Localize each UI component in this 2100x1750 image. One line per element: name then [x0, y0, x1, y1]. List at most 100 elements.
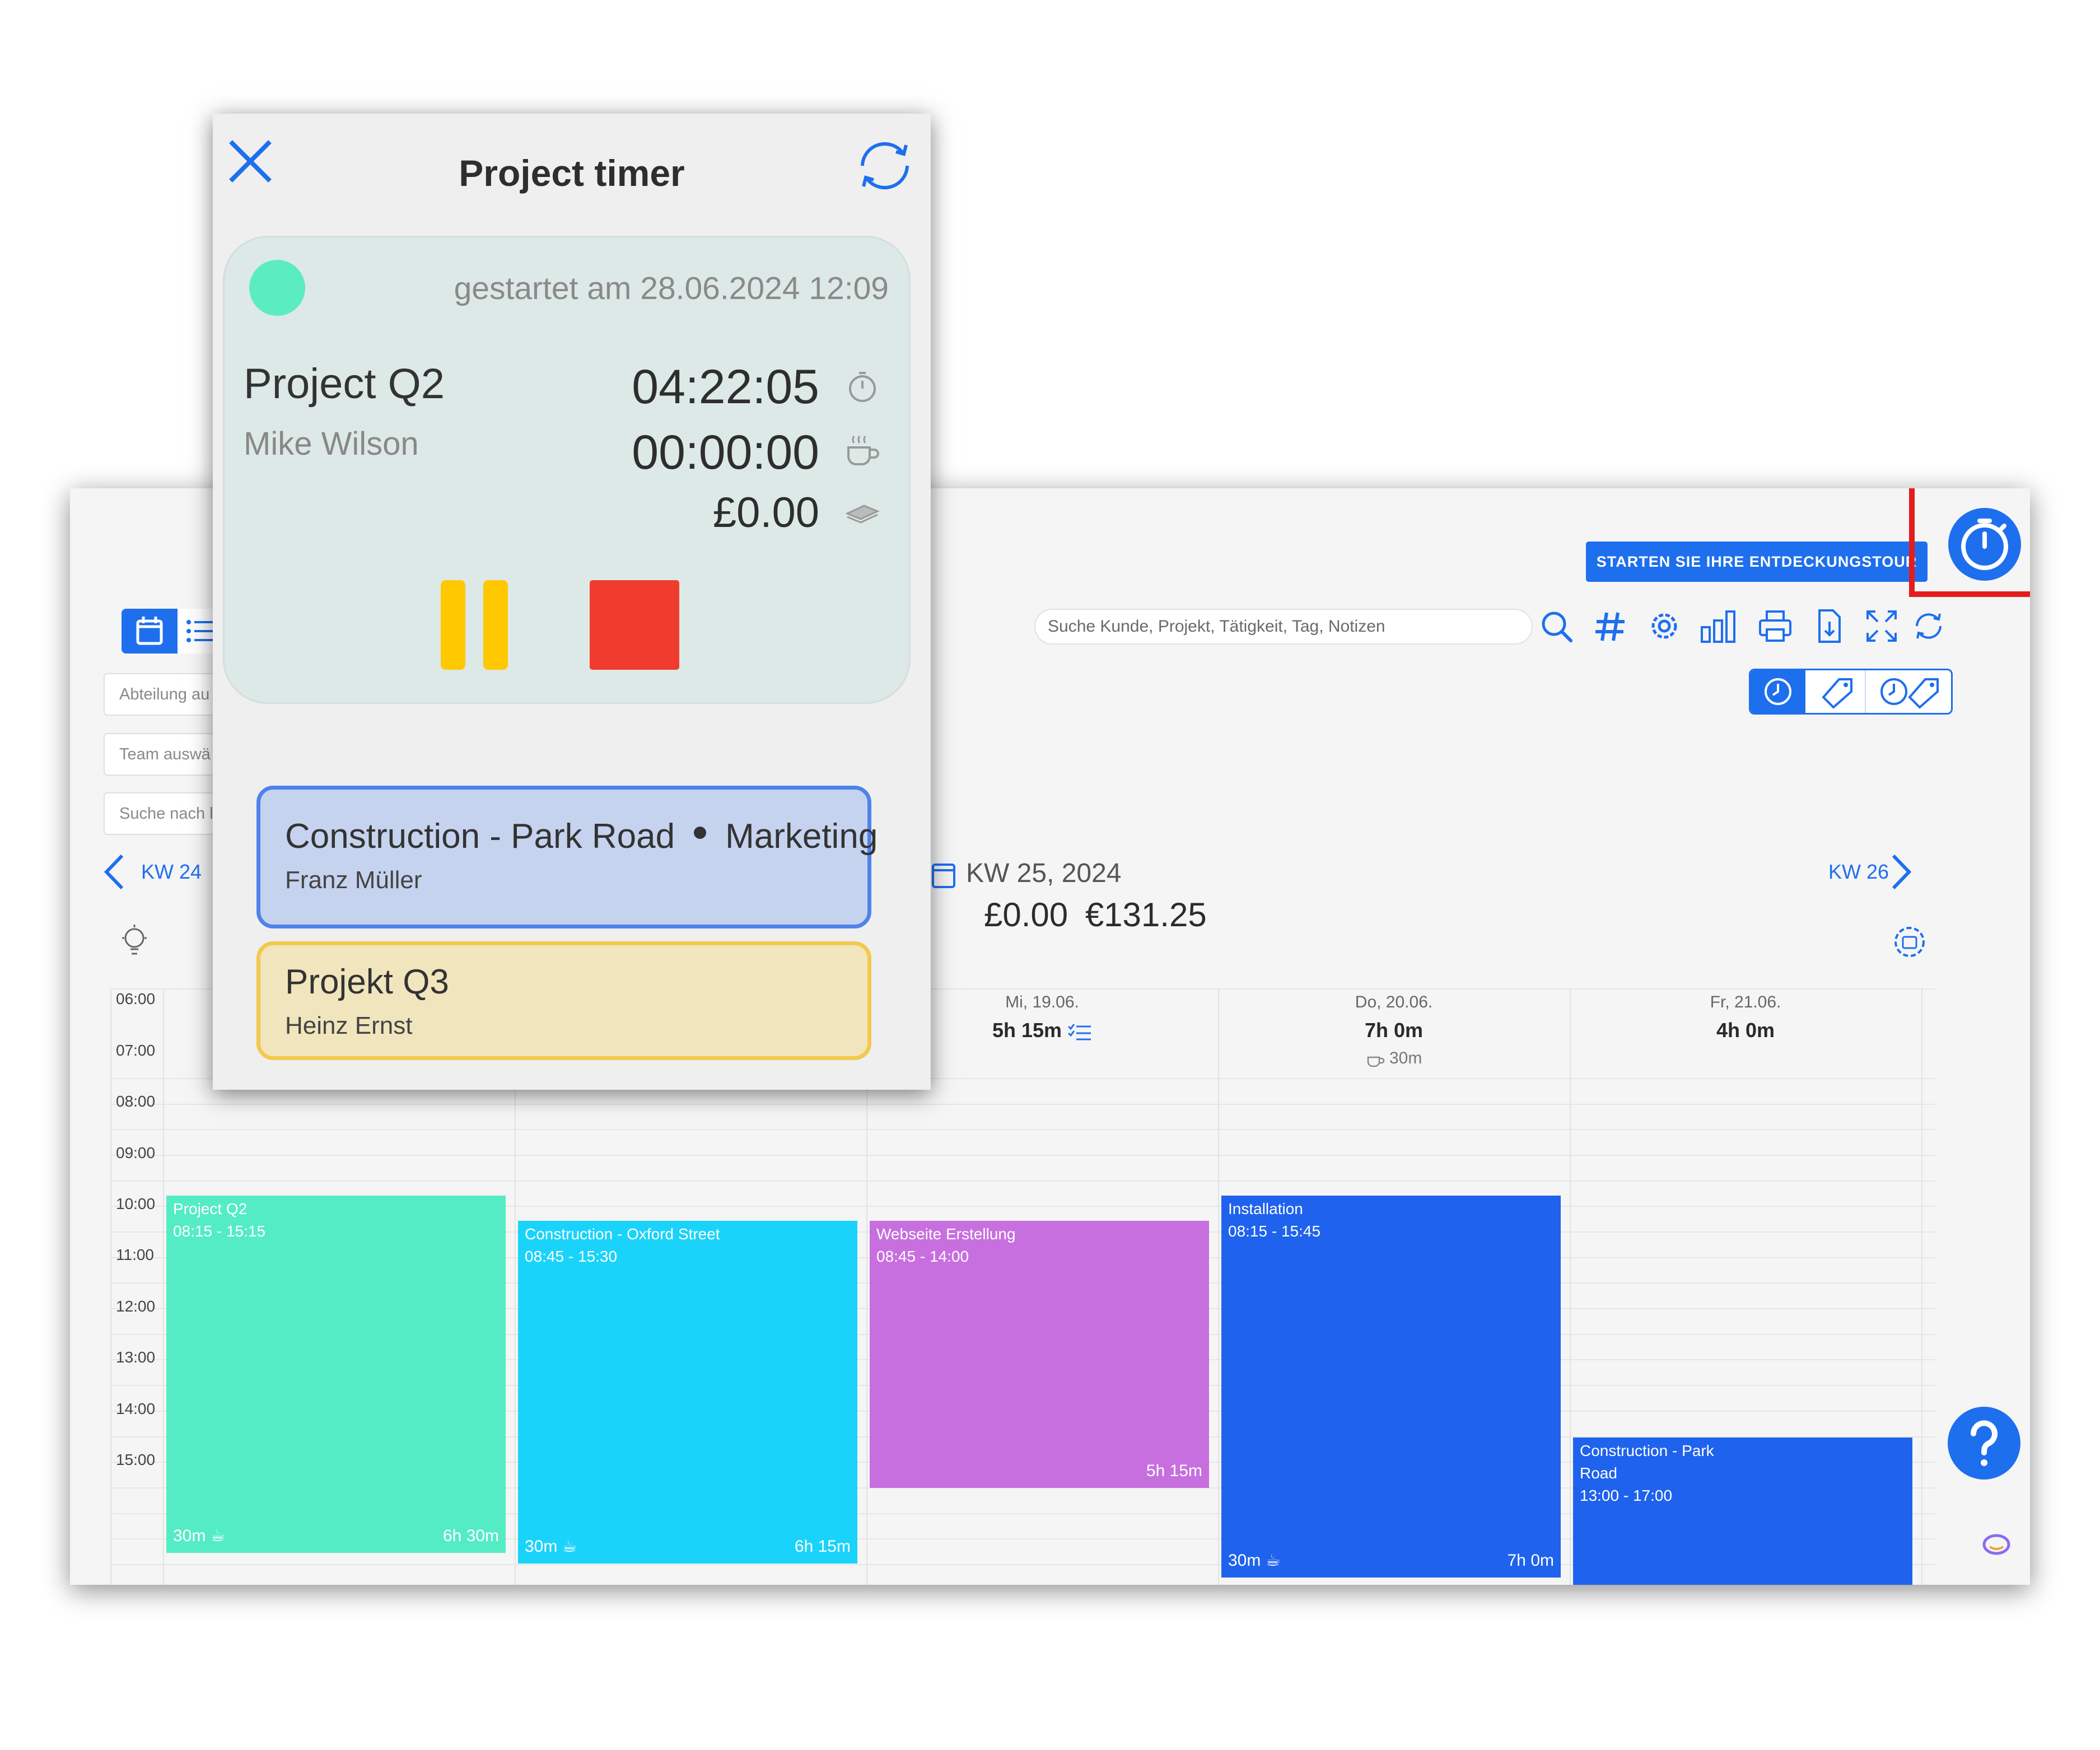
fullscreen-button[interactable] [1862, 606, 1901, 646]
time-entry[interactable]: Construction - Park Road 13:00 - 17:00 [1573, 1438, 1912, 1585]
entry-duration: 5h 15m [1146, 1462, 1202, 1480]
chevron-right-icon [1892, 854, 1912, 890]
entry-break-value: 30m [173, 1527, 206, 1545]
calendar-view-button[interactable] [122, 609, 178, 654]
day-break-value: 30m [1389, 1049, 1422, 1067]
print-button[interactable] [1756, 606, 1795, 646]
calendar-icon [932, 864, 955, 888]
work-time: 04:22:05 [632, 360, 819, 414]
pause-button-bar[interactable] [483, 580, 508, 670]
pause-button[interactable] [441, 580, 465, 670]
stopwatch-icon [849, 372, 876, 402]
help-icon [1971, 1420, 1998, 1466]
fullscreen-icon [1866, 610, 1897, 642]
tag-icon [1822, 678, 1852, 709]
highlight-frame [1909, 488, 2030, 597]
week-calendar-icon[interactable] [930, 858, 958, 892]
day-header[interactable]: Fr, 21.06. 4h 0m [1570, 993, 1921, 1042]
clock-tag-icon [1880, 678, 1939, 709]
entry-time: 08:45 - 15:30 [525, 1248, 618, 1265]
grid-col [1570, 988, 1571, 1585]
export-icon [1818, 609, 1841, 643]
grid-col [110, 988, 111, 1585]
hour-label: 09:00 [116, 1144, 156, 1161]
tips-button[interactable] [118, 922, 151, 962]
help-button[interactable] [1948, 1407, 2020, 1480]
hour-label: 14:00 [116, 1400, 156, 1417]
grid-col [1218, 988, 1219, 1585]
active-timer-card: gestartet am 28.06.2024 12:09 Project Q2… [223, 236, 911, 704]
statistics-button[interactable] [1697, 606, 1742, 646]
mode-time-cost-button[interactable] [1865, 670, 1951, 713]
search-input[interactable]: Suche Kunde, Projekt, Tätigkeit, Tag, No… [1034, 609, 1533, 645]
entry-duration: 6h 15m [794, 1537, 851, 1556]
checklist-icon [1067, 1024, 1091, 1040]
chevron-left-icon [104, 854, 124, 890]
hour-label: 07:00 [116, 1042, 156, 1059]
paused-timer-card[interactable]: Construction - Park Road Marketing Franz … [256, 786, 878, 928]
clock-icon [1765, 678, 1791, 705]
grid-line [110, 1129, 1935, 1130]
entry-time: 08:15 - 15:15 [173, 1222, 266, 1240]
display-mode-group [1749, 669, 1953, 715]
prev-week-label: KW 24 [141, 860, 202, 883]
calendar-settings-button[interactable] [1890, 922, 1929, 962]
paused-timer-tag: Marketing [725, 817, 878, 856]
hour-label: 13:00 [116, 1348, 156, 1366]
mode-time-button[interactable] [1751, 670, 1805, 713]
paused-timer-person: Franz Müller [285, 866, 422, 894]
amount: £0.00 [712, 489, 819, 536]
entry-duration: 7h 0m [1507, 1551, 1554, 1570]
hashtag-icon [1595, 612, 1625, 641]
day-header[interactable]: Do, 20.06. 7h 0m 30m [1218, 993, 1570, 1068]
hour-label: 08:00 [116, 1093, 156, 1110]
paused-timer-person: Heinz Ernst [285, 1012, 413, 1039]
time-entry[interactable]: Construction - Oxford Street 08:45 - 15:… [518, 1221, 857, 1564]
stop-button[interactable] [590, 580, 679, 670]
next-week-button[interactable]: KW 26 [1828, 852, 1912, 892]
next-week-label: KW 26 [1828, 860, 1889, 883]
grid-col [163, 988, 164, 1585]
paused-timer-project: Construction - Park Road [285, 817, 675, 856]
started-at: gestartet am 28.06.2024 12:09 [454, 270, 889, 306]
paused-timer-project: Projekt Q3 [285, 963, 449, 1001]
coffee-icon [1367, 1056, 1384, 1067]
prev-week-button[interactable]: KW 24 [101, 852, 202, 892]
search-icon [1542, 612, 1572, 642]
refresh-button[interactable] [851, 135, 918, 197]
view-toggle [122, 609, 222, 654]
coffee-icon [847, 436, 879, 465]
entry-duration: 6h 30m [442, 1527, 499, 1545]
popup-title: Project timer [459, 152, 685, 194]
money-icon [845, 505, 880, 524]
running-indicator [249, 260, 305, 316]
sync-icon [1916, 613, 1942, 639]
time-entry[interactable]: Webseite Erstellung 08:45 - 14:00 5h 15m [870, 1221, 1209, 1488]
printer-icon [1759, 610, 1791, 642]
hour-label: 15:00 [116, 1451, 156, 1468]
project-timer-popup: Project timer gestartet am 28.06.2024 12… [213, 114, 931, 1090]
tags-button[interactable] [1591, 606, 1630, 646]
discovery-tour-button[interactable]: STARTEN SIE IHRE ENTDECKUNGSTOUR [1586, 542, 1928, 582]
day-break: 30m [1218, 1049, 1570, 1068]
calendar-icon [136, 617, 163, 645]
calendar-settings-icon [1894, 927, 1925, 957]
entry-break: 30m ☕ [525, 1537, 577, 1556]
chart-icon [1701, 610, 1735, 643]
paused-timer-title: Construction - Park Road Marketing [285, 816, 878, 856]
export-button[interactable] [1809, 606, 1849, 646]
time-entry[interactable]: Project Q2 08:15 - 15:15 30m ☕ 6h 30m [166, 1196, 506, 1553]
grid-line [110, 1180, 1935, 1182]
week-title: KW 25, 2024 [966, 858, 1122, 888]
reload-button[interactable] [1909, 606, 1948, 646]
entry-title: Installation [1228, 1200, 1303, 1217]
entry-time: 08:15 - 15:45 [1228, 1222, 1321, 1240]
time-entry[interactable]: Installation 08:15 - 15:45 30m ☕ 7h 0m [1221, 1196, 1561, 1578]
mode-cost-button[interactable] [1805, 670, 1864, 713]
chat-widget-button[interactable] [1980, 1530, 2013, 1558]
chat-icon [1982, 1534, 2010, 1555]
settings-button[interactable] [1645, 606, 1684, 646]
grid-line [110, 1155, 1935, 1156]
search-button[interactable] [1537, 606, 1576, 646]
paused-timer-card[interactable]: Projekt Q3 Heinz Ernst [256, 941, 871, 1060]
